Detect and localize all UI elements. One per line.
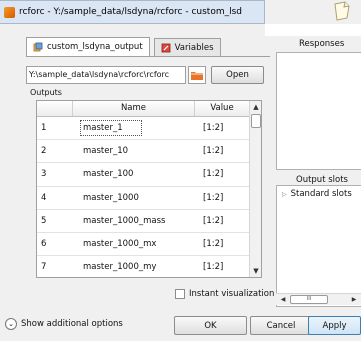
- tab-variables[interactable]: Variables: [153, 38, 221, 56]
- output-name-cell[interactable]: master_1000: [73, 187, 195, 209]
- browse-folder-button[interactable]: [188, 66, 206, 84]
- table-row[interactable]: 7 master_1000_my [1:2]: [37, 256, 249, 277]
- row-number: 2: [41, 146, 47, 157]
- scroll-thumb[interactable]: III: [290, 295, 328, 304]
- output-value-cell[interactable]: [1:2]: [195, 169, 249, 179]
- table-row[interactable]: 1 master_1 [1:2]: [37, 117, 249, 141]
- output-slots-list[interactable]: [276, 185, 361, 307]
- tab-label: Variables: [174, 42, 214, 53]
- output-name: master_1000_mass: [83, 215, 166, 226]
- column-header-value[interactable]: Value: [195, 101, 249, 116]
- output-name: master_1000: [83, 192, 139, 203]
- instant-visualization-label: Instant visualization: [189, 289, 275, 299]
- row-number: 1: [41, 123, 47, 134]
- standard-slots-label: Standard slots: [290, 189, 352, 199]
- outputs-table: Name Value 1 master_1 [1:2] 2 master_10 [1:2]…: [36, 100, 262, 278]
- scroll-up-icon[interactable]: ▲: [250, 101, 261, 113]
- tree-item-standard-slots[interactable]: ▷ Standard slots: [282, 189, 352, 199]
- scroll-left-icon[interactable]: ◀: [278, 294, 288, 305]
- tab-label: custom_lsdyna_output: [47, 42, 143, 52]
- expand-arrow-icon[interactable]: ▷: [282, 191, 287, 198]
- table-header: Name Value: [37, 101, 249, 117]
- table-row[interactable]: 2 master_10 [1:2]: [37, 140, 249, 164]
- output-name: master_100: [83, 169, 134, 180]
- output-name: master_1000_mx: [83, 239, 157, 250]
- table-row[interactable]: 5 master_1000_mass [1:2]: [37, 210, 249, 233]
- cancel-button[interactable]: Cancel: [250, 316, 312, 335]
- variables-icon: [161, 43, 171, 53]
- table-vertical-scrollbar[interactable]: ▲ ▼: [249, 101, 261, 277]
- output-value-cell[interactable]: [1:2]: [195, 216, 249, 226]
- output-name: master_10: [83, 146, 129, 157]
- output-name: master_1000_my: [83, 262, 157, 273]
- output-name-cell[interactable]: master_1000_mx: [73, 233, 195, 255]
- right-top-space: [265, 24, 361, 36]
- row-number: 5: [41, 215, 47, 226]
- output-name: master_1: [80, 120, 142, 137]
- show-options-label: Show additional options: [21, 319, 123, 329]
- apply-button[interactable]: Apply: [308, 316, 361, 335]
- output-name-cell[interactable]: master_1000_mass: [73, 210, 195, 232]
- table-row[interactable]: 4 master_1000 [1:2]: [37, 187, 249, 210]
- show-additional-options[interactable]: ⌄ Show additional options: [5, 318, 123, 330]
- output-name-cell[interactable]: master_1000_my: [73, 256, 195, 277]
- instant-visualization-option[interactable]: Instant visualization: [175, 289, 274, 299]
- table-body: 1 master_1 [1:2] 2 master_10 [1:2] 3 master_100…: [37, 117, 249, 277]
- output-value-cell[interactable]: [1:2]: [195, 123, 249, 133]
- title-bar: rcforc - Y:/sample_data/lsdyna/rcforc - …: [0, 0, 265, 24]
- output-icon: [33, 42, 43, 52]
- row-number: 3: [41, 169, 47, 180]
- ok-button[interactable]: OK: [174, 316, 247, 335]
- output-slots-label: Output slots: [296, 175, 348, 185]
- output-name-cell[interactable]: master_1: [73, 117, 195, 139]
- responses-list[interactable]: [276, 52, 361, 170]
- dialog-window: rcforc - Y:/sample_data/lsdyna/rcforc - …: [0, 0, 361, 341]
- tab-panel-border: [26, 56, 270, 57]
- file-path-input[interactable]: Y:\sample_data\lsdyna\rcforc\rcforc: [26, 66, 186, 84]
- output-name-cell[interactable]: master_10: [73, 140, 195, 162]
- folder-icon: [191, 72, 203, 80]
- table-row[interactable]: 3 master_100 [1:2]: [37, 163, 249, 187]
- window-title: rcforc - Y:/sample_data/lsdyna/rcforc - …: [19, 7, 243, 17]
- open-button[interactable]: Open: [211, 66, 264, 84]
- app-icon: [4, 6, 15, 18]
- header-row-number: [37, 101, 73, 116]
- output-value-cell[interactable]: [1:2]: [195, 146, 249, 156]
- output-value-cell[interactable]: [1:2]: [195, 262, 249, 272]
- scroll-down-icon[interactable]: ▼: [250, 265, 261, 277]
- output-name-cell[interactable]: master_100: [73, 163, 195, 185]
- instant-visualization-checkbox[interactable]: [175, 289, 185, 299]
- document-icon: [334, 1, 350, 21]
- responses-label: Responses: [299, 39, 345, 49]
- table-row[interactable]: 6 master_1000_mx [1:2]: [37, 233, 249, 257]
- tab-custom-lsdyna-output[interactable]: custom_lsdyna_output: [26, 37, 150, 56]
- output-value-cell[interactable]: [1:2]: [195, 239, 249, 249]
- column-header-name[interactable]: Name: [73, 101, 195, 116]
- output-slots-horizontal-scrollbar[interactable]: ◀ III ▶: [276, 293, 361, 305]
- scroll-thumb[interactable]: [251, 114, 261, 128]
- output-value-cell[interactable]: [1:2]: [195, 193, 249, 203]
- chevron-down-icon[interactable]: ⌄: [5, 318, 17, 330]
- scroll-right-icon[interactable]: ▶: [349, 294, 359, 305]
- outputs-label: Outputs: [30, 88, 62, 97]
- row-number: 6: [41, 239, 47, 250]
- row-number: 4: [41, 192, 47, 203]
- row-number: 7: [41, 262, 47, 273]
- tab-bar: custom_lsdyna_output Variables: [26, 37, 221, 56]
